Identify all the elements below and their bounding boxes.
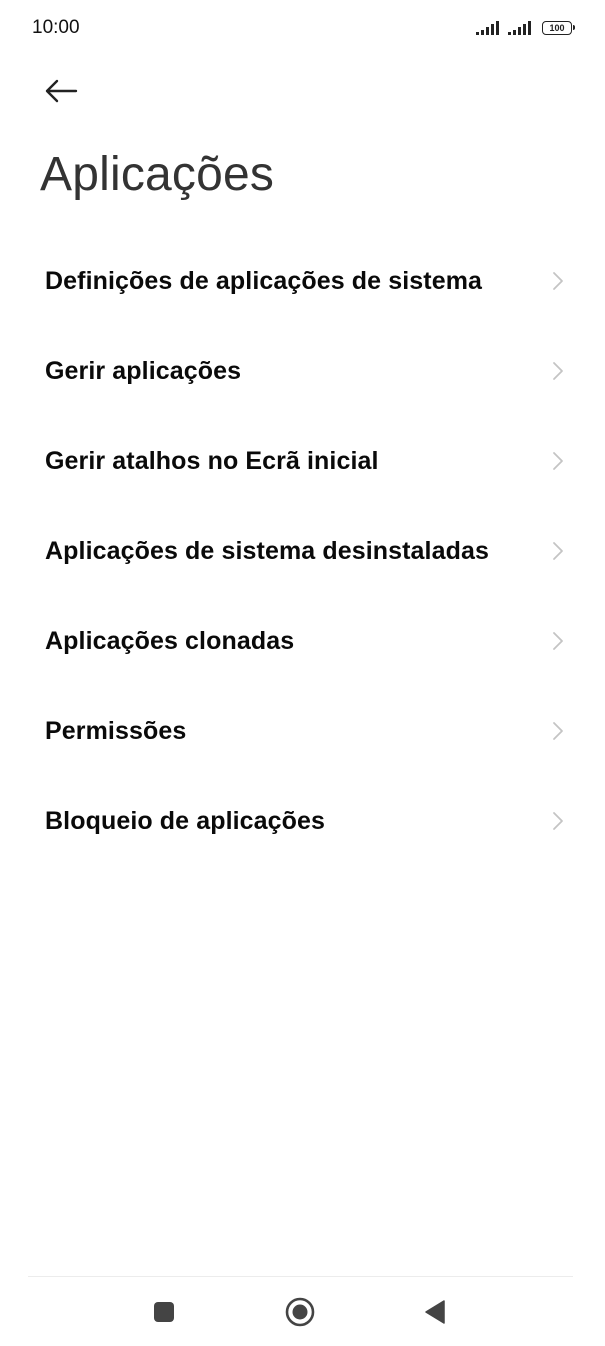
battery-icon: 100 [542,21,575,35]
menu-item-permissions[interactable]: Permissões [0,686,605,776]
chevron-right-icon [553,722,563,740]
menu-item-manage-apps[interactable]: Gerir aplicações [0,326,605,416]
menu-item-label: Definições de aplicações de sistema [45,267,483,295]
back-triangle-icon [425,1300,445,1324]
status-time: 10:00 [32,17,80,38]
chevron-right-icon [553,632,563,650]
page-title: Aplicações [40,148,275,201]
home-button[interactable] [275,1287,325,1337]
chevron-right-icon [553,542,563,560]
menu-item-label: Permissões [45,717,187,745]
menu-item-system-app-settings[interactable]: Definições de aplicações de sistema [0,236,605,326]
battery-level: 100 [549,23,565,33]
arrow-left-icon [45,79,78,103]
recents-square-icon [154,1302,174,1322]
navigation-bar [0,1277,605,1346]
menu-item-uninstalled-system-apps[interactable]: Aplicações de sistema desinstaladas [0,506,605,596]
recents-button[interactable] [139,1287,189,1337]
signal-icon [508,21,531,35]
chevron-right-icon [553,272,563,290]
status-icons: 100 [476,19,575,37]
menu-item-label: Aplicações clonadas [45,627,295,655]
menu-item-label: Bloqueio de aplicações [45,807,326,835]
menu-item-cloned-apps[interactable]: Aplicações clonadas [0,596,605,686]
settings-menu-list: Definições de aplicações de sistema Geri… [0,236,605,866]
signal-icon [476,21,499,35]
menu-item-label: Aplicações de sistema desinstaladas [45,537,489,565]
menu-item-label: Gerir atalhos no Ecrã inicial [45,447,379,475]
menu-item-label: Gerir aplicações [45,357,242,385]
chevron-right-icon [553,362,563,380]
back-button[interactable] [36,70,86,112]
menu-item-home-shortcuts[interactable]: Gerir atalhos no Ecrã inicial [0,416,605,506]
nav-back-button[interactable] [410,1287,460,1337]
chevron-right-icon [553,812,563,830]
chevron-right-icon [553,452,563,470]
home-circle-icon [285,1297,315,1327]
menu-item-app-lock[interactable]: Bloqueio de aplicações [0,776,605,866]
status-bar: 10:00 100 [0,0,605,58]
